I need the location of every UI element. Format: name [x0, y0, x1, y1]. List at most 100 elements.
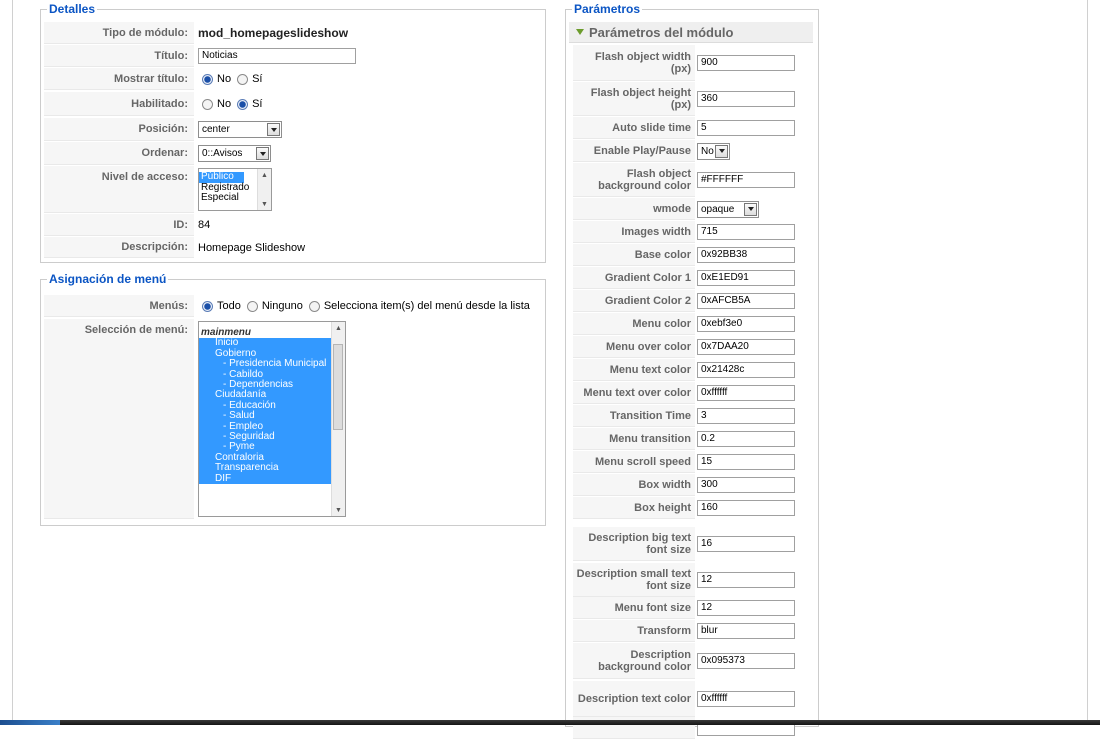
param-row: Images width 715 [573, 221, 795, 243]
params-panel-header[interactable]: Parámetros del módulo [569, 22, 813, 43]
param-label: Flash object height (px) [573, 82, 695, 116]
param-input[interactable]: 715 [697, 224, 795, 240]
order-select[interactable]: 0::Avisos [198, 145, 271, 162]
chevron-down-icon[interactable] [744, 202, 757, 216]
param-label: Description text color [573, 681, 695, 717]
param-input[interactable]: 300 [697, 477, 795, 493]
param-input[interactable]: 0xffffff [697, 691, 795, 707]
scroll-up-icon[interactable]: ▲ [258, 169, 271, 181]
param-input[interactable]: 0xffffff [697, 385, 795, 401]
menu-selection-listbox[interactable]: mainmenu Inicio Gobierno - Presidencia M… [198, 321, 346, 517]
params-legend: Parámetros [574, 2, 641, 16]
param-row: Flash object background color #FFFFFF [573, 163, 795, 197]
scroll-down-icon[interactable]: ▼ [258, 198, 271, 210]
menus-select-label: Selecciona item(s) del menú desde la lis… [323, 300, 530, 312]
param-input[interactable]: 12 [697, 572, 795, 588]
menu-item-educacion[interactable]: - Educación [199, 400, 332, 412]
row-module-type: Tipo de módulo: mod_homepageslideshow [44, 22, 544, 44]
menu-item-salud[interactable]: - Salud [199, 410, 332, 422]
menu-item-seguridad[interactable]: - Seguridad [199, 431, 332, 443]
position-select[interactable]: center [198, 121, 282, 138]
param-row: wmode opaque [573, 198, 795, 220]
param-select[interactable]: opaque [697, 200, 759, 218]
chevron-down-icon[interactable] [267, 123, 280, 136]
param-row: Flash object width (px) 900 [573, 45, 795, 81]
enabled-no-radio[interactable] [202, 98, 213, 110]
param-label: Enable Play/Pause [573, 140, 695, 162]
chevron-down-icon[interactable] [256, 147, 269, 160]
menus-select-radio[interactable] [308, 300, 320, 312]
param-label: Description big text font size [573, 527, 695, 561]
param-input[interactable]: #FFFFFF [697, 172, 795, 188]
param-input[interactable]: 12 [697, 600, 795, 616]
param-input[interactable]: 0x095373 [697, 653, 795, 669]
param-input[interactable]: blur [697, 623, 795, 639]
param-label: Gradient Color 1 [573, 267, 695, 289]
access-option-public[interactable]: Público [199, 171, 244, 183]
param-input[interactable]: 16 [697, 536, 795, 552]
param-input[interactable]: 3 [697, 408, 795, 424]
description-label: Descripción: [44, 237, 194, 258]
param-label: wmode [573, 198, 695, 220]
param-input[interactable]: 5 [697, 120, 795, 136]
param-row: Box height 160 [573, 497, 795, 519]
param-input[interactable]: 0xE1ED91 [697, 270, 795, 286]
menu-assign-legend: Asignación de menú [49, 272, 167, 286]
show-title-no-radio[interactable] [202, 73, 213, 85]
param-input[interactable]: 360 [697, 91, 795, 107]
param-input[interactable]: 0xebf3e0 [697, 316, 795, 332]
menus-none-radio[interactable] [246, 300, 258, 312]
taskbar [0, 720, 1100, 725]
param-label: Menu font size [573, 597, 695, 619]
param-input[interactable]: 15 [697, 454, 795, 470]
enabled-yes-radio[interactable] [237, 98, 249, 110]
param-row: Menu font size 12 [573, 597, 795, 619]
row-enabled: Habilitado: No Sí [44, 92, 544, 116]
param-label: Menu scroll speed [573, 451, 695, 473]
show-title-label: Mostrar título: [44, 68, 194, 90]
param-label: Flash object width (px) [573, 45, 695, 81]
menu-list-scrollbar[interactable]: ▲ ▼ [331, 322, 345, 516]
menu-selection-label: Selección de menú: [44, 319, 194, 519]
param-input[interactable]: 0x92BB38 [697, 247, 795, 263]
menu-item-presidencia[interactable]: - Presidencia Municipal [199, 358, 332, 370]
param-select-value: opaque [701, 203, 735, 215]
param-row: Description text color 0xffffff [573, 681, 795, 717]
param-input[interactable]: 0x7DAA20 [697, 339, 795, 355]
show-title-yes-radio[interactable] [237, 73, 249, 85]
param-row: Menu transition 0.2 [573, 428, 795, 450]
menus-all-label: Todo [217, 300, 241, 312]
access-listbox[interactable]: Público Registrado Especial ▲ ▼ [198, 168, 272, 211]
param-label: Flash object background color [573, 163, 695, 197]
scroll-down-icon[interactable]: ▼ [332, 504, 345, 516]
menu-item-dif[interactable]: DIF [199, 473, 332, 485]
param-input[interactable]: 0.2 [697, 431, 795, 447]
param-input[interactable]: 0x21428c [697, 362, 795, 378]
param-row: Menu scroll speed 15 [573, 451, 795, 473]
param-select-value: No [701, 145, 714, 157]
row-position: Posición: center [44, 118, 544, 141]
scroll-thumb[interactable] [333, 344, 343, 430]
chevron-down-icon[interactable] [715, 144, 728, 158]
start-button[interactable] [0, 720, 60, 725]
param-input[interactable]: 900 [697, 55, 795, 71]
param-label: Images width [573, 221, 695, 243]
param-row: Menu text over color 0xffffff [573, 382, 795, 404]
scroll-up-icon[interactable]: ▲ [332, 322, 345, 334]
param-row: Description background color 0x095373 [573, 643, 795, 679]
param-row: Box width 300 [573, 474, 795, 496]
param-input[interactable]: 0xAFCB5A [697, 293, 795, 309]
access-label: Nivel de acceso: [44, 166, 194, 213]
description-value: Homepage Slideshow [198, 241, 306, 254]
access-scrollbar[interactable]: ▲ ▼ [257, 169, 271, 210]
module-type-label: Tipo de módulo: [44, 22, 194, 44]
param-label: Menu text over color [573, 382, 695, 404]
param-row: Menu text color 0x21428c [573, 359, 795, 381]
param-select[interactable]: No [697, 142, 730, 160]
row-title: Título: Noticias [44, 45, 544, 67]
param-label: Auto slide time [573, 117, 695, 139]
menus-all-radio[interactable] [202, 300, 213, 312]
param-input[interactable]: 160 [697, 500, 795, 516]
id-label: ID: [44, 214, 194, 236]
title-input[interactable]: Noticias [198, 48, 356, 64]
